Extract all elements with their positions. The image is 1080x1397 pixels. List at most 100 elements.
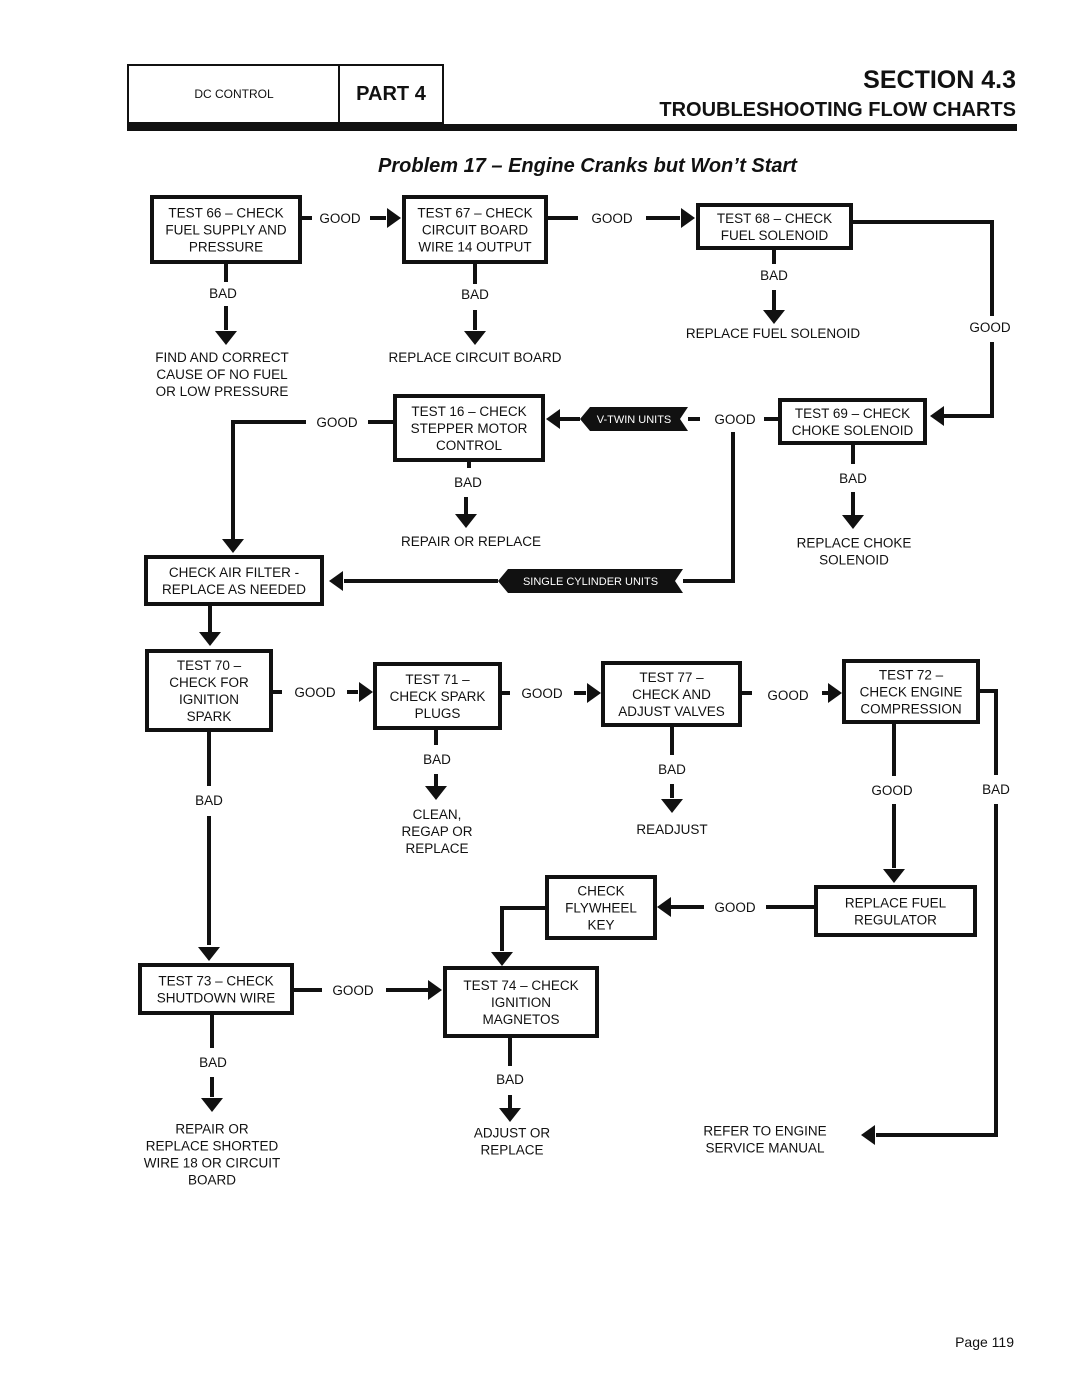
node-t71-text-line: CHECK SPARK [390, 689, 486, 704]
node-t77-text-line: TEST 77 – [639, 670, 704, 685]
flowchart: TEST 66 – CHECK FUEL SUPPLY AND PRESSURE TE… [138, 195, 1011, 1188]
arrow-left-icon [930, 406, 944, 426]
outcome-choke-line: REPLACE CHOKE [797, 536, 912, 551]
node-t73-text-line: SHUTDOWN WIRE [157, 991, 276, 1006]
node-t72-text-line: CHECK ENGINE [860, 685, 963, 700]
bad-label: BAD [209, 286, 237, 301]
node-t73 [138, 963, 294, 1015]
bad-label: BAD [982, 782, 1010, 797]
outcome-nofuel-line: CAUSE OF NO FUEL [156, 367, 288, 382]
bad-label: BAD [423, 752, 451, 767]
arrow-left-icon [546, 409, 560, 429]
outcome-plugs-line: REGAP OR [401, 824, 472, 839]
node-t66-text-line: PRESSURE [189, 240, 263, 255]
node-t74-text-line: MAGNETOS [482, 1012, 559, 1027]
bad-label: BAD [195, 793, 223, 808]
arrow-right-icon [587, 683, 601, 703]
arrow-down-icon [491, 952, 513, 966]
arrow-down-icon [499, 1108, 521, 1122]
node-reg-text-line: REGULATOR [854, 913, 937, 928]
arrow-down-icon [464, 331, 486, 345]
arrow-left-icon [861, 1125, 875, 1145]
arrow-left-icon [329, 571, 343, 591]
arrow-down-icon [425, 786, 447, 800]
good-label: GOOD [871, 783, 913, 798]
good-label: GOOD [969, 320, 1011, 335]
node-t66-text-line: TEST 66 – CHECK [168, 206, 283, 221]
node-t73-text-line: TEST 73 – CHECK [158, 974, 273, 989]
arrow-left-icon [657, 897, 671, 917]
arrow-right-icon [828, 683, 842, 703]
outcome-engine-line: SERVICE MANUAL [705, 1141, 825, 1156]
node-t16-text-line: STEPPER MOTOR [411, 421, 528, 436]
good-label: GOOD [767, 688, 809, 703]
outcome-wire18-line: REPLACE SHORTED [146, 1139, 279, 1154]
good-label: GOOD [714, 412, 756, 427]
node-t71-text-line: PLUGS [415, 706, 461, 721]
bad-label: BAD [496, 1072, 524, 1087]
outcome-stepper-line: REPAIR OR REPLACE [401, 534, 541, 549]
bad-label: BAD [199, 1055, 227, 1070]
arrow-right-icon [428, 980, 442, 1000]
banner-single-label: SINGLE CYLINDER UNITS [523, 576, 658, 588]
node-t71-text-line: TEST 71 – [405, 672, 470, 687]
node-t77-text-line: ADJUST VALVES [618, 704, 725, 719]
node-t72-text-line: TEST 72 – [879, 668, 944, 683]
connector [978, 689, 998, 775]
bad-label: BAD [760, 268, 788, 283]
arrow-down-icon [763, 310, 785, 324]
node-t74-text-line: TEST 74 – CHECK [463, 978, 578, 993]
node-t16-text-line: TEST 16 – CHECK [411, 404, 526, 419]
outcome-wire18-line: BOARD [188, 1173, 236, 1188]
bad-label: BAD [461, 287, 489, 302]
arrow-down-icon [198, 947, 220, 961]
node-t67-text-line: TEST 67 – CHECK [417, 206, 532, 221]
node-t69-text-line: CHOKE SOLENOID [792, 423, 914, 438]
arrow-down-icon [222, 539, 244, 553]
node-t67-text-line: CIRCUIT BOARD [422, 223, 529, 238]
arrow-down-icon [842, 515, 864, 529]
connector [500, 906, 547, 951]
connector [944, 342, 994, 418]
node-t70-text-line: SPARK [187, 709, 232, 724]
good-label: GOOD [294, 685, 336, 700]
outcome-wire18-line: REPAIR OR [175, 1122, 249, 1137]
outcome-plugs-line: REPLACE [405, 841, 468, 856]
node-t67-text-line: WIRE 14 OUTPUT [418, 240, 531, 255]
node-air-text-line: REPLACE AS NEEDED [162, 582, 306, 597]
arrow-down-icon [455, 514, 477, 528]
banner-vtwin-label: V-TWIN UNITS [597, 414, 672, 426]
node-fly-text-line: FLYWHEEL [565, 901, 637, 916]
outcome-plugs-line: CLEAN, [413, 807, 462, 822]
node-reg-text-line: REPLACE FUEL [845, 896, 947, 911]
bad-label: BAD [839, 471, 867, 486]
outcome-valves-line: READJUST [636, 822, 707, 837]
node-t72-text-line: COMPRESSION [860, 702, 961, 717]
node-t68-text-line: FUEL SOLENOID [721, 228, 829, 243]
node-t70-text-line: CHECK FOR [169, 675, 249, 690]
outcome-nofuel-line: FIND AND CORRECT [155, 350, 289, 365]
node-reg [814, 885, 977, 937]
node-t68-text-line: TEST 68 – CHECK [717, 211, 832, 226]
connector [231, 420, 306, 540]
outcome-magnetos-line: REPLACE [480, 1143, 543, 1158]
node-fly-text-line: KEY [587, 918, 614, 933]
good-label: GOOD [521, 686, 563, 701]
outcome-magnetos-line: ADJUST OR [474, 1126, 551, 1141]
node-t74-text-line: IGNITION [491, 995, 551, 1010]
outcome-nofuel-line: OR LOW PRESSURE [156, 384, 289, 399]
arrow-down-icon [201, 1098, 223, 1112]
arrow-down-icon [215, 331, 237, 345]
good-label: GOOD [714, 900, 756, 915]
node-t70-text-line: IGNITION [179, 692, 239, 707]
outcome-solenoid-line: REPLACE FUEL SOLENOID [686, 326, 861, 341]
node-t69-text-line: TEST 69 – CHECK [795, 406, 910, 421]
outcome-engine-line: REFER TO ENGINE [703, 1124, 826, 1139]
good-label: GOOD [319, 211, 361, 226]
outcome-board-line: REPLACE CIRCUIT BOARD [388, 350, 561, 365]
node-t70-text-line: TEST 70 – [177, 658, 242, 673]
arrow-down-icon [199, 632, 221, 646]
node-t77-text-line: CHECK AND [632, 687, 711, 702]
bad-label: BAD [658, 762, 686, 777]
arrow-down-icon [883, 869, 905, 883]
